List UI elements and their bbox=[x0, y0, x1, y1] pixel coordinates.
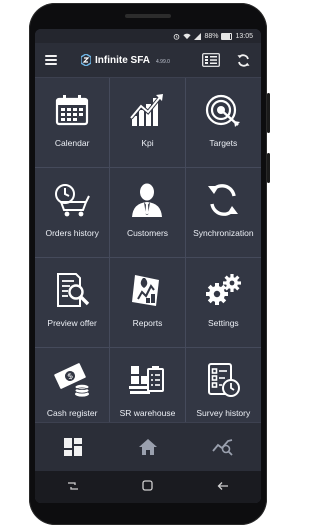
cart-history-icon bbox=[55, 184, 91, 217]
battery-icon bbox=[221, 32, 233, 40]
tile-label: Reports bbox=[132, 318, 163, 328]
sync-icon bbox=[208, 184, 239, 216]
wifi-icon bbox=[183, 33, 192, 39]
report-icon bbox=[132, 275, 160, 306]
kpi-chart-icon bbox=[129, 94, 164, 126]
battery-percent: 88% bbox=[204, 32, 219, 40]
tile-label: Kpi bbox=[141, 138, 154, 148]
volume-button bbox=[267, 93, 270, 133]
tile-label: Synchronization bbox=[193, 228, 254, 238]
nav-home[interactable] bbox=[133, 432, 163, 462]
tile-label: Survey history bbox=[196, 408, 251, 418]
dashboard-icon bbox=[63, 438, 82, 456]
survey-history-icon bbox=[208, 363, 241, 397]
bottom-navigation bbox=[35, 422, 261, 471]
tile-calendar[interactable]: Calendar bbox=[35, 78, 111, 168]
tile-settings[interactable]: Settings bbox=[185, 258, 261, 348]
back-button[interactable] bbox=[217, 478, 229, 496]
phone-frame: 88% 13:05 Infinite SFA 4.99.0 Calendar K… bbox=[29, 3, 270, 525]
status-time: 13:05 bbox=[235, 32, 253, 40]
status-bar: 88% 13:05 bbox=[35, 29, 261, 43]
tile-label: Customers bbox=[126, 228, 169, 238]
barcode-scanner-icon[interactable] bbox=[202, 53, 220, 67]
tile-orders-history[interactable]: Orders history bbox=[35, 168, 111, 258]
menu-grid: Calendar Kpi Targets Orders history Cust… bbox=[35, 78, 261, 438]
phone-speaker bbox=[125, 14, 171, 18]
tile-customers[interactable]: Customers bbox=[110, 168, 186, 258]
tile-label: Preview offer bbox=[47, 318, 97, 328]
warehouse-icon bbox=[129, 366, 165, 394]
target-icon bbox=[206, 94, 241, 127]
tile-reports[interactable]: Reports bbox=[110, 258, 186, 348]
system-navigation-bar bbox=[35, 471, 261, 503]
recent-apps-icon bbox=[67, 482, 78, 490]
gears-icon bbox=[206, 274, 242, 305]
tile-label: Cash register bbox=[46, 408, 98, 418]
tile-label: Settings bbox=[207, 318, 239, 328]
tile-kpi[interactable]: Kpi bbox=[110, 78, 186, 168]
tile-label: Calendar bbox=[54, 138, 90, 148]
customer-icon bbox=[132, 183, 163, 217]
tile-label: Targets bbox=[209, 138, 238, 148]
app-screen: 88% 13:05 Infinite SFA 4.99.0 Calendar K… bbox=[35, 29, 261, 503]
nav-dashboard[interactable] bbox=[58, 432, 88, 462]
alarm-icon bbox=[174, 33, 180, 40]
tile-preview-offer[interactable]: Preview offer bbox=[35, 258, 111, 348]
cash-icon: $ bbox=[54, 363, 90, 397]
tile-synchronization[interactable]: Synchronization bbox=[185, 168, 261, 258]
back-icon bbox=[217, 482, 229, 490]
brand-version: 4.99.0 bbox=[156, 58, 170, 65]
recent-apps-button[interactable] bbox=[67, 478, 79, 496]
nav-analytics[interactable] bbox=[208, 432, 238, 462]
sync-icon[interactable] bbox=[236, 53, 251, 68]
brand-name: Infinite SFA bbox=[95, 54, 150, 66]
tile-label: SR warehouse bbox=[119, 408, 176, 418]
signal-icon bbox=[194, 32, 202, 40]
home-button[interactable] bbox=[142, 478, 154, 496]
power-button bbox=[267, 153, 270, 183]
tile-label: Orders history bbox=[45, 228, 99, 238]
document-search-icon bbox=[57, 273, 90, 307]
tile-targets[interactable]: Targets bbox=[185, 78, 261, 168]
brand: Infinite SFA 4.99.0 bbox=[81, 54, 170, 66]
home-icon bbox=[138, 439, 157, 455]
app-bar: Infinite SFA 4.99.0 bbox=[35, 43, 261, 78]
hamburger-menu-icon[interactable] bbox=[45, 55, 57, 65]
calendar-icon bbox=[56, 95, 89, 126]
brand-logo-icon bbox=[81, 54, 91, 66]
analytics-search-icon bbox=[212, 439, 233, 456]
home-square-icon bbox=[142, 480, 154, 491]
